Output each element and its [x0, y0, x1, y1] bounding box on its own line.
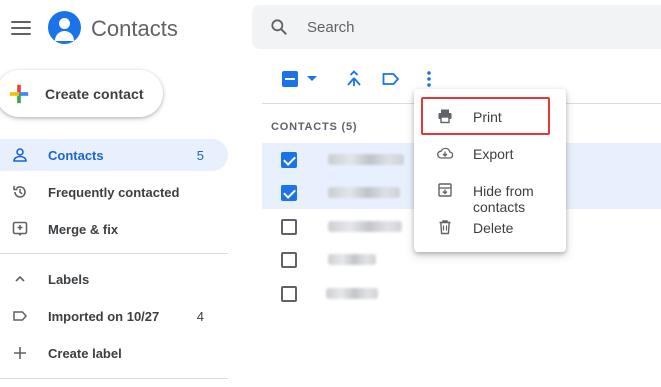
sidebar-item-count: 4: [196, 309, 204, 324]
contact-name-redacted: [328, 221, 402, 232]
contact-name-redacted: [326, 288, 378, 299]
sidebar-item-label: Frequently contacted: [48, 185, 180, 200]
more-actions-icon[interactable]: [419, 69, 439, 89]
menu-item-label: Delete: [473, 220, 514, 236]
plus-icon: [14, 347, 26, 359]
manage-labels-icon[interactable]: [381, 69, 401, 89]
table-row[interactable]: [262, 277, 661, 310]
contact-name-redacted: [328, 254, 376, 265]
history-icon: [13, 186, 26, 198]
contact-name-redacted: [328, 154, 404, 165]
create-label-text: Create label: [48, 346, 122, 361]
menu-item-delete[interactable]: Delete: [414, 208, 566, 245]
archive-icon: [438, 183, 452, 197]
more-actions-menu: Print Export Hide from contacts Delete: [414, 89, 566, 252]
app-title: Contacts: [91, 16, 178, 41]
sidebar-item-contacts[interactable]: Contacts 5: [0, 139, 228, 171]
row-checkbox[interactable]: [281, 185, 297, 201]
row-checkbox[interactable]: [281, 286, 297, 302]
search-icon[interactable]: [269, 17, 289, 37]
sidebar-item-label: Imported on 10/27: [48, 309, 160, 324]
colorful-plus-icon: [9, 84, 29, 104]
menu-item-label: Export: [473, 146, 514, 162]
contacts-logo-icon: [48, 11, 81, 44]
trash-icon: [439, 220, 451, 235]
row-checkbox[interactable]: [281, 252, 297, 268]
create-contact-button[interactable]: Create contact: [0, 70, 163, 117]
print-icon: [438, 109, 452, 124]
menu-item-export[interactable]: Export: [414, 134, 566, 171]
merge-icon[interactable]: [344, 69, 364, 89]
sidebar-item-count: 5: [196, 148, 204, 163]
main-menu-button[interactable]: [10, 18, 32, 38]
sidebar-divider: [0, 378, 228, 379]
sidebar-item-merge-fix[interactable]: Merge & fix: [0, 213, 228, 245]
sidebar-item-label: Merge & fix: [48, 222, 119, 237]
labels-heading: Labels: [48, 272, 90, 287]
contacts-count-heading: CONTACTS (5): [271, 121, 358, 133]
merge-fix-icon: [12, 221, 28, 236]
cloud-download-icon: [437, 147, 453, 159]
label-outline-icon: [13, 311, 27, 321]
row-checkbox[interactable]: [281, 219, 297, 235]
create-label-button[interactable]: Create label: [0, 337, 228, 369]
sidebar-item-label: Contacts: [48, 148, 104, 163]
labels-section-toggle[interactable]: Labels: [0, 263, 228, 295]
person-icon: [13, 148, 27, 162]
contact-name-redacted: [328, 187, 400, 198]
sidebar-item-frequently-contacted[interactable]: Frequently contacted: [0, 176, 228, 208]
chevron-up-icon: [15, 275, 25, 282]
search-bar[interactable]: Search: [252, 5, 661, 49]
create-contact-label: Create contact: [45, 86, 144, 102]
sidebar-item-imported-label[interactable]: Imported on 10/27 4: [0, 300, 228, 332]
menu-item-hide-from-contacts[interactable]: Hide from contacts: [414, 171, 566, 215]
sidebar-divider: [0, 253, 228, 254]
row-checkbox[interactable]: [281, 152, 297, 168]
menu-item-label: Print: [473, 109, 502, 125]
search-input[interactable]: Search: [307, 19, 355, 36]
select-options-caret-icon[interactable]: [307, 76, 317, 81]
menu-item-print[interactable]: Print: [414, 97, 566, 134]
select-all-checkbox[interactable]: [282, 71, 298, 87]
